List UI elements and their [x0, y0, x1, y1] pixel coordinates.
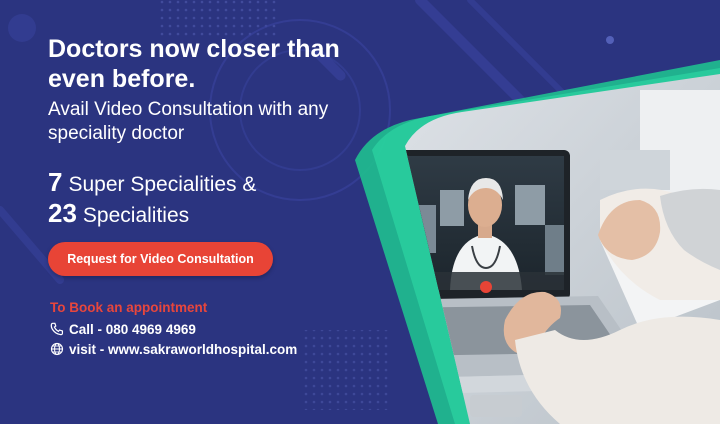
globe-icon	[50, 342, 64, 356]
super-specialities-line: 7 Super Specialities &	[48, 168, 256, 199]
specialities-label: Specialities	[82, 204, 190, 227]
video-consultation-banner: Doctors now closer than even before. Ava…	[0, 0, 720, 424]
hangup-icon	[480, 281, 492, 293]
specialities-count: 23	[48, 198, 77, 228]
booking-title: To Book an appointment	[50, 300, 208, 315]
super-specialities-label: Super Specialities &	[68, 173, 257, 196]
subheadline: Avail Video Consultation with any specia…	[48, 99, 329, 144]
super-specialities-count: 7	[48, 167, 63, 197]
phone-contact[interactable]: Call - 080 4969 4969	[50, 322, 196, 337]
website-text: visit - www.sakraworldhospital.com	[69, 342, 298, 357]
phone-text: Call - 080 4969 4969	[69, 322, 196, 337]
phone-icon	[50, 322, 64, 336]
request-video-consultation-button[interactable]: Request for Video Consultation	[48, 242, 273, 276]
headline: Doctors now closer than even before.	[48, 35, 340, 93]
specialities-line: 23 Specialities	[48, 199, 189, 230]
website-contact[interactable]: visit - www.sakraworldhospital.com	[50, 342, 297, 357]
